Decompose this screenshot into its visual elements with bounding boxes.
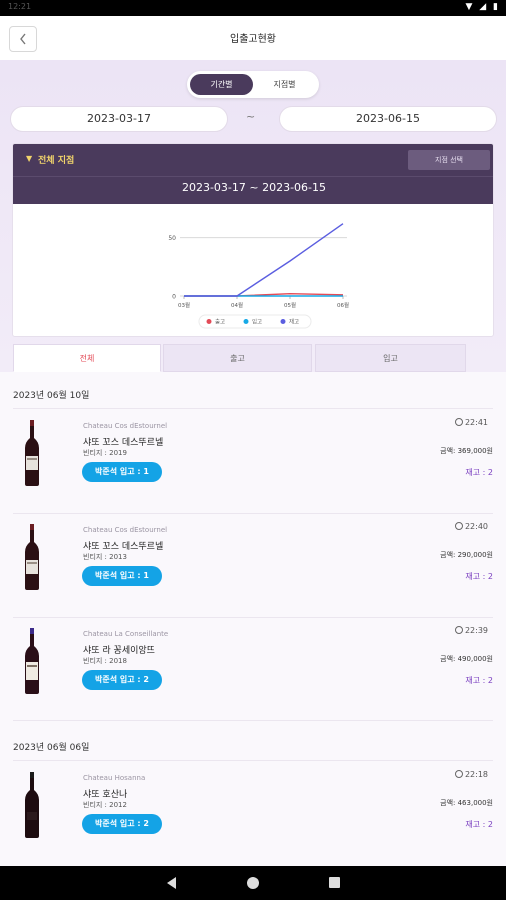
item-time: 22:41 [454, 418, 488, 427]
divider [13, 408, 493, 409]
y-tick-label: 0 [172, 294, 176, 301]
period-range: 2023-03-17 ~ 2023-06-15 [181, 181, 327, 194]
period-segment-control: 기간별 지점별 [187, 71, 319, 98]
item-amount: 금액: 369,000원 [440, 447, 493, 455]
item-amount: 금액: 490,000원 [440, 655, 493, 663]
inbound-badge[interactable]: 박준석 입고 : 1 [82, 566, 162, 586]
segment-by-branch[interactable]: 지점별 [253, 74, 316, 95]
wine-brand: Chateau Cos dEstournel [83, 422, 168, 430]
start-date-field[interactable]: 2023-03-17 [10, 106, 228, 132]
header-divider [13, 176, 493, 177]
legend-label: 재고 [289, 318, 299, 326]
x-tick-label: 03월 [178, 301, 190, 309]
wine-brand: Chateau La Conseillante [83, 630, 169, 638]
item-time: 22:39 [454, 626, 488, 635]
item-amount: 금액: 290,000원 [440, 551, 493, 559]
wine-brand: Chateau Cos dEstournel [83, 526, 168, 534]
date-separator: ~ [246, 110, 256, 123]
status-bar: 12:21 ▼ ◢ ▮ [0, 0, 506, 16]
app-bar: 입출고현황 [0, 16, 506, 60]
wine-bottle-icon [25, 772, 39, 838]
nav-home-icon[interactable] [247, 877, 259, 889]
series-line [184, 223, 344, 297]
list-item[interactable]: Chateau Hosanna 샤또 호산나 빈티지 : 2012 박준석 입고… [0, 762, 506, 866]
wine-bottle-icon [25, 628, 39, 694]
x-tick-label: 04월 [231, 301, 243, 309]
divider [13, 760, 493, 761]
wine-bottle-icon [25, 524, 39, 590]
item-stock: 재고 : 2 [465, 572, 493, 581]
list-item[interactable]: Chateau Cos dEstournel 샤또 꼬스 데스뚜르넬 빈티지 :… [0, 410, 506, 514]
branch-filter-label: 전체 지점 [38, 156, 75, 166]
select-branch-button[interactable]: 지점 선택 [408, 150, 490, 170]
item-stock: 재고 : 2 [465, 468, 493, 477]
x-tick-label: 06월 [337, 301, 349, 309]
item-stock: 재고 : 2 [465, 820, 493, 829]
date-header: 2023년 06월 10일 [13, 391, 90, 401]
tab-all[interactable]: 전체 [13, 344, 161, 372]
page-title: 입출고현황 [230, 34, 276, 45]
clock-icon [454, 626, 463, 634]
item-stock: 재고 : 2 [465, 676, 493, 685]
stock-line-chart: 0 50 03월 04월 05월 06월출고 입고 재고 [168, 223, 349, 329]
summary-card: ▼ 전체 지점 지점 선택 2023-03-17 ~ 2023-06-15 05… [12, 143, 494, 337]
segment-by-period[interactable]: 기간별 [190, 74, 253, 95]
item-time: 22:18 [454, 770, 488, 779]
clock-icon [454, 418, 463, 426]
wine-name: 샤또 꼬스 데스뚜르넬 [83, 542, 164, 552]
wine-name: 샤또 라 꽁세이앙뜨 [83, 646, 155, 656]
divider [13, 720, 493, 721]
nav-recents-icon[interactable] [329, 877, 340, 888]
list-item[interactable]: Chateau La Conseillante 샤또 라 꽁세이앙뜨 빈티지 :… [0, 618, 506, 722]
end-date-field[interactable]: 2023-06-15 [279, 106, 497, 132]
nav-back-icon[interactable] [167, 877, 176, 889]
x-tick-label: 05월 [284, 301, 296, 309]
list-item[interactable]: Chateau Cos dEstournel 샤또 꼬스 데스뚜르넬 빈티지 :… [0, 514, 506, 618]
legend-marker [243, 319, 249, 324]
date-header: 2023년 06월 06일 [13, 743, 90, 753]
transaction-list: 2023년 06월 10일 Chateau Cos dEstournel 샤또 … [0, 372, 506, 866]
legend-label: 출고 [215, 318, 225, 326]
legend-label: 입고 [252, 318, 262, 326]
legend-marker [280, 319, 286, 324]
clock-icon [454, 770, 463, 778]
summary-card-header: ▼ 전체 지점 지점 선택 2023-03-17 ~ 2023-06-15 [13, 144, 493, 204]
clock-icon [454, 522, 463, 530]
item-amount: 금액: 463,000원 [440, 799, 493, 807]
wine-bottle-icon [25, 420, 39, 486]
y-tick-label: 50 [168, 235, 176, 242]
wine-name: 샤또 꼬스 데스뚜르넬 [83, 438, 164, 448]
inbound-badge[interactable]: 박준석 입고 : 2 [82, 814, 162, 834]
filter-icon: ▼ [26, 154, 33, 163]
wine-name: 샤또 호산나 [83, 790, 128, 800]
wine-vintage: 빈티지 : 2012 [83, 801, 127, 809]
wine-brand: Chateau Hosanna [83, 774, 146, 782]
inbound-badge[interactable]: 박준석 입고 : 1 [82, 462, 162, 482]
tab-outbound[interactable]: 출고 [163, 344, 312, 372]
wine-vintage: 빈티지 : 2019 [83, 449, 127, 457]
item-time: 22:40 [454, 522, 488, 531]
tab-inbound[interactable]: 입고 [315, 344, 466, 372]
status-icons: ▼ ◢ ▮ [465, 2, 500, 12]
wine-vintage: 빈티지 : 2013 [83, 553, 127, 561]
legend-marker [206, 319, 212, 324]
inbound-badge[interactable]: 박준석 입고 : 2 [82, 670, 162, 690]
system-nav-bar [0, 866, 506, 900]
status-time: 12:21 [8, 2, 32, 11]
wine-vintage: 빈티지 : 2018 [83, 657, 127, 665]
tab-bar: 전체 출고 입고 [0, 344, 506, 372]
